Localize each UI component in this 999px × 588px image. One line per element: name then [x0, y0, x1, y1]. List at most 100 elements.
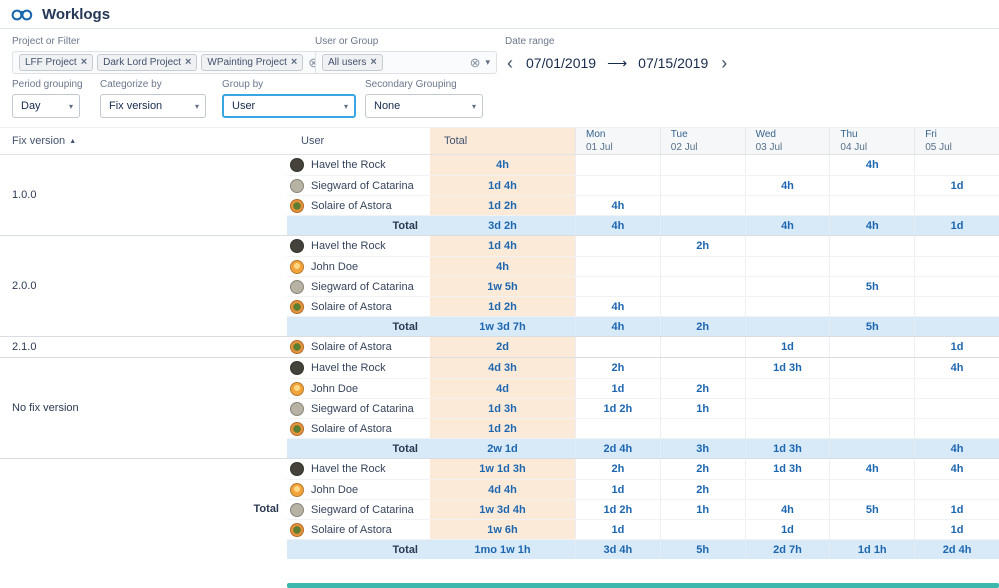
day-cell: [660, 257, 745, 276]
group-label: 2.0.0: [0, 236, 287, 336]
next-period-button[interactable]: ›: [719, 54, 729, 72]
user-avatar-icon: [290, 523, 304, 537]
day-cell: [829, 480, 914, 499]
horizontal-scrollbar[interactable]: [287, 583, 999, 588]
day-cell: [660, 277, 745, 296]
row-total-cell: 1d 4h: [430, 176, 575, 195]
row-total-cell: 1d 2h: [430, 196, 575, 215]
filter-chip[interactable]: Dark Lord Project×: [97, 54, 197, 71]
day-cell: [745, 379, 830, 398]
day-name: Fri: [925, 128, 999, 141]
project-chips: LFF Project×Dark Lord Project×WPainting …: [19, 54, 303, 71]
day-cell: 5h: [829, 277, 914, 296]
worklog-row: Solaire of Astora1w 6h1d1d1d: [287, 519, 999, 539]
day-cell: 1d 2h: [575, 500, 660, 519]
day-column-header[interactable]: Thu04 Jul: [829, 128, 914, 154]
total-column-header[interactable]: Total: [430, 128, 575, 154]
day-cell: 5h: [829, 500, 914, 519]
chip-label: LFF Project: [25, 57, 77, 68]
worklog-row: Havel the Rock1d 4h2h: [287, 236, 999, 256]
filter-chip[interactable]: All users×: [322, 54, 383, 71]
day-column-header[interactable]: Wed03 Jul: [745, 128, 830, 154]
day-cell: [745, 257, 830, 276]
day-cell: 1d 3h: [745, 358, 830, 378]
day-cell: [829, 257, 914, 276]
day-cell: 2h: [660, 459, 745, 479]
day-cell: 2h: [660, 379, 745, 398]
row-total-cell: 1w 5h: [430, 277, 575, 296]
day-cell: [914, 480, 999, 499]
date-start[interactable]: 07/01/2019: [526, 55, 596, 71]
day-cell: 4h: [575, 297, 660, 316]
project-filter-label: Project or Filter: [12, 36, 336, 47]
worklog-row: Siegward of Catarina1w 5h5h: [287, 276, 999, 296]
day-cell: 5h: [829, 317, 914, 336]
user-name: John Doe: [311, 261, 358, 273]
day-cell: 1d: [575, 379, 660, 398]
day-cell: [660, 358, 745, 378]
filter-chip[interactable]: LFF Project ×: [19, 54, 93, 71]
filter-chip[interactable]: WPainting Project ×: [201, 54, 303, 71]
chip-remove-icon[interactable]: ×: [291, 57, 297, 68]
user-avatar-icon: [290, 361, 304, 375]
worklog-row: Solaire of Astora1d 2h4h: [287, 195, 999, 215]
user-avatar-icon: [290, 300, 304, 314]
row-total-cell: 1d 4h: [430, 236, 575, 256]
day-cell: 1d 2h: [575, 399, 660, 418]
group-label: 1.0.0: [0, 155, 287, 235]
chip-remove-icon[interactable]: ×: [81, 57, 87, 68]
worklog-group: No fix versionHavel the Rock4d 3h2h1d 3h…: [0, 357, 999, 458]
group-total-row: Total3d 2h4h4h4h1d: [287, 215, 999, 235]
day-cell: [660, 155, 745, 175]
day-column-header[interactable]: Tue02 Jul: [660, 128, 745, 154]
worklogs-table: Fix version ▲ User Total Mon01 JulTue02 …: [0, 127, 999, 559]
day-cell: 1d: [575, 520, 660, 539]
group-total-cell: 3d 2h: [430, 216, 575, 235]
day-cell: 1h: [660, 399, 745, 418]
date-end[interactable]: 07/15/2019: [638, 55, 708, 71]
user-name: John Doe: [311, 383, 358, 395]
clear-all-icon[interactable]: ⊗: [470, 56, 481, 69]
day-column-header[interactable]: Fri05 Jul: [914, 128, 999, 154]
day-cell: [745, 480, 830, 499]
user-avatar-icon: [290, 462, 304, 476]
day-cell: 1h: [660, 500, 745, 519]
day-date: 05 Jul: [925, 141, 999, 154]
worklog-row: Havel the Rock4h4h: [287, 155, 999, 175]
user-name: Havel the Rock: [311, 240, 386, 252]
chip-remove-icon[interactable]: ×: [185, 57, 191, 68]
period-grouping-select[interactable]: Day ▾: [12, 94, 80, 118]
user-name: Siegward of Catarina: [311, 504, 414, 516]
day-cell: [914, 297, 999, 316]
chevron-down-icon: ▾: [195, 102, 199, 111]
project-filter: Project or Filter LFF Project×Dark Lord …: [12, 36, 336, 74]
day-cell: [914, 155, 999, 175]
date-range-label: Date range: [505, 36, 729, 47]
secondary-grouping-select[interactable]: None ▾: [365, 94, 483, 118]
user-name: Havel the Rock: [311, 463, 386, 475]
fix-version-column-header[interactable]: Fix version ▲: [0, 128, 287, 154]
user-cell: Havel the Rock: [287, 155, 430, 175]
chevron-down-icon[interactable]: ▾: [485, 57, 490, 68]
user-filter-control[interactable]: All users× ⊗ ▾: [315, 51, 497, 74]
row-total-cell: 4d 3h: [430, 358, 575, 378]
chip-label: WPainting Project: [207, 57, 286, 68]
user-avatar-icon: [290, 158, 304, 172]
day-cell: 2h: [575, 358, 660, 378]
row-total-cell: 1w 3d 4h: [430, 500, 575, 519]
categorize-by-select[interactable]: Fix version ▾: [100, 94, 206, 118]
day-cell: [829, 439, 914, 458]
day-column-header[interactable]: Mon01 Jul: [575, 128, 660, 154]
user-column-header[interactable]: User: [287, 128, 430, 154]
group-by-select[interactable]: User ▾: [222, 94, 356, 118]
chevron-down-icon: ▾: [344, 102, 348, 111]
user-cell: Havel the Rock: [287, 236, 430, 256]
project-filter-control[interactable]: LFF Project×Dark Lord Project×WPainting …: [12, 51, 336, 74]
user-avatar-icon: [290, 402, 304, 416]
chip-remove-icon[interactable]: ×: [370, 57, 376, 68]
user-avatar-icon: [290, 179, 304, 193]
prev-period-button[interactable]: ‹: [505, 54, 515, 72]
table-header-row: Fix version ▲ User Total Mon01 JulTue02 …: [0, 127, 999, 155]
worklog-row: John Doe4d 4h1d2h: [287, 479, 999, 499]
day-cell: 4h: [914, 459, 999, 479]
